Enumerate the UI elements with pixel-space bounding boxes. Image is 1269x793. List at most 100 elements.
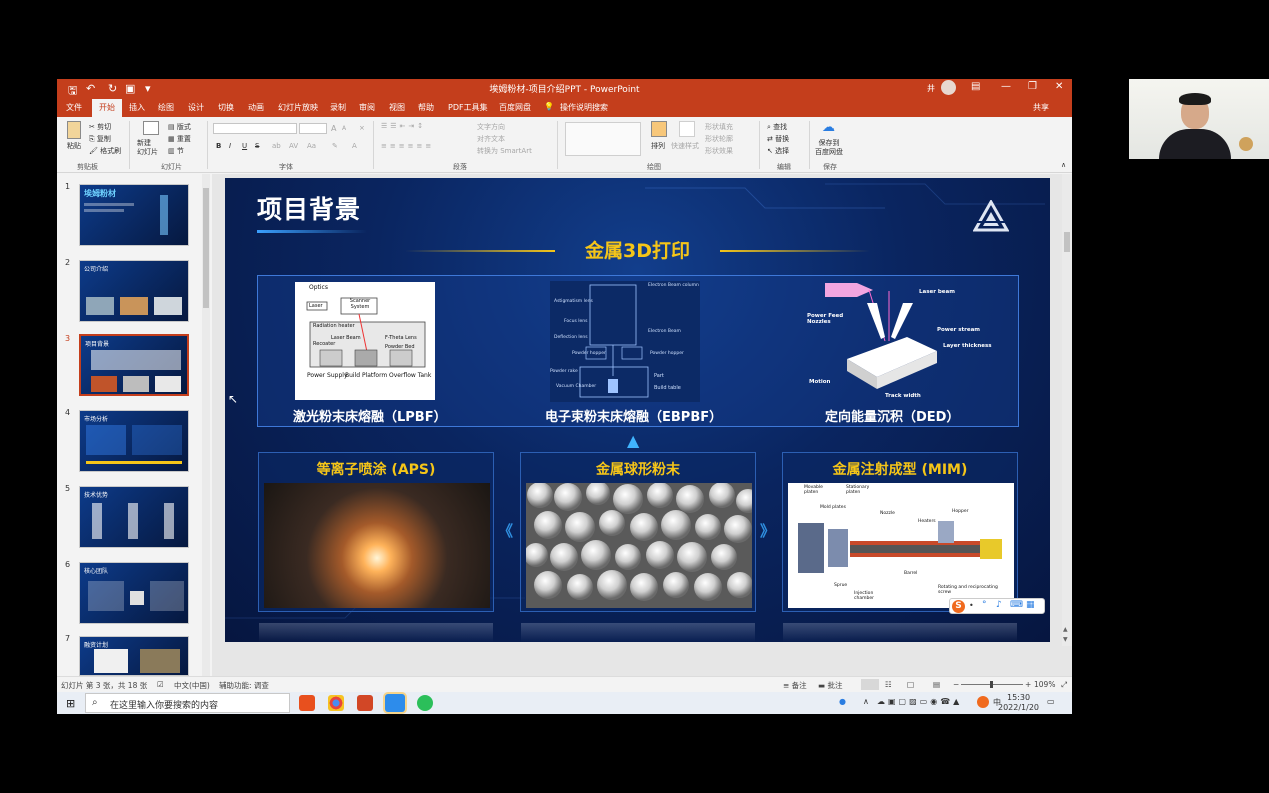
normal-view-icon[interactable]	[861, 679, 879, 690]
slide-title[interactable]: 项目背景	[257, 190, 361, 226]
shape-outline-button[interactable]: 形状轮廓	[705, 134, 733, 144]
punctuation-icon[interactable]: °	[982, 600, 987, 610]
clock-date[interactable]: 2022/1/20	[998, 703, 1039, 712]
paste-button[interactable]: 粘贴	[67, 141, 81, 151]
spherical-powder-card-title[interactable]: 金属球形粉末	[521, 459, 755, 479]
notification-icon[interactable]: ▭	[1047, 697, 1055, 706]
slide-thumbnail-5[interactable]: 技术优势	[79, 486, 189, 548]
tab-transitions[interactable]: 切换	[218, 102, 234, 113]
underline-button[interactable]: U	[242, 142, 247, 150]
text-direction-button[interactable]: 文字方向	[477, 122, 505, 132]
restore-icon[interactable]: ❐	[1028, 81, 1037, 92]
slide-3[interactable]: 项目背景 金属3D打印 Optics Laser Scanner System …	[225, 178, 1050, 642]
powerpoint-icon[interactable]	[357, 695, 373, 711]
paste-icon[interactable]	[67, 121, 81, 139]
tab-file[interactable]: 文件	[66, 102, 82, 113]
close-icon[interactable]: ✕	[1055, 81, 1063, 92]
windows-start-icon[interactable]: ⊞	[66, 697, 75, 710]
shapes-gallery[interactable]	[565, 122, 641, 156]
increase-font-size-button[interactable]: A	[331, 124, 336, 133]
tab-design[interactable]: 设计	[188, 102, 204, 113]
thumbnail-scrollbar[interactable]	[202, 174, 210, 676]
shadow-icon[interactable]: ab	[272, 142, 281, 150]
ime-mode-icon[interactable]: •	[969, 601, 974, 610]
quick-styles-icon[interactable]	[679, 121, 695, 137]
comments-button[interactable]: ▬ 批注	[818, 680, 842, 691]
tab-insert[interactable]: 插入	[129, 102, 145, 113]
metal-3d-printing-heading[interactable]: 金属3D打印	[225, 236, 1050, 263]
layout-button[interactable]: ▤ 版式	[168, 122, 191, 132]
ime-toolbar[interactable]: S • ° ♪ ⌨ ▦	[949, 598, 1045, 614]
tab-animations[interactable]: 动画	[248, 102, 264, 113]
bold-button[interactable]: B	[216, 142, 221, 150]
accessibility-checker[interactable]: 辅助功能: 调查	[219, 680, 269, 691]
reset-button[interactable]: ▦ 重置	[168, 134, 191, 144]
font-size-select[interactable]	[299, 123, 327, 134]
avatar[interactable]	[941, 80, 956, 95]
active-app-icon[interactable]	[385, 694, 405, 712]
previous-slide-icon[interactable]: ▲	[1063, 626, 1068, 633]
tab-review[interactable]: 审阅	[359, 102, 375, 113]
slide-thumbnail-3[interactable]: 项目背景	[79, 334, 189, 396]
select-button[interactable]: ↖ 选择	[767, 146, 789, 156]
lpbf-caption[interactable]: 激光粉末床熔融（LPBF）	[293, 406, 447, 425]
fit-slide-icon[interactable]: ⤢	[1061, 680, 1067, 690]
tab-draw[interactable]: 绘图	[158, 102, 174, 113]
ebpbf-caption[interactable]: 电子束粉末床熔融（EBPBF）	[545, 406, 722, 425]
tell-me-search[interactable]: 操作说明搜索	[560, 102, 608, 113]
minimize-icon[interactable]: —	[1001, 81, 1011, 92]
tab-help[interactable]: 帮助	[418, 102, 434, 113]
slide-editing-canvas[interactable]: 项目背景 金属3D打印 Optics Laser Scanner System …	[212, 174, 1072, 676]
tray-app-icon[interactable]: ●	[839, 697, 846, 706]
quick-styles-button[interactable]: 快速样式	[671, 141, 699, 151]
list-bullets-icon[interactable]: ☰☰⇤⇥↕	[381, 122, 426, 130]
mim-card-title[interactable]: 金属注射成型 (MIM)	[783, 459, 1017, 479]
tab-pdf-tools[interactable]: PDF工具集	[448, 102, 488, 113]
align-text-button[interactable]: 对齐文本	[477, 134, 505, 144]
find-button[interactable]: ⌕ 查找	[767, 122, 787, 132]
ded-caption[interactable]: 定向能量沉积（DED）	[825, 406, 959, 425]
ribbon-display-options-icon[interactable]: ▤	[971, 81, 980, 92]
shape-effects-button[interactable]: 形状效果	[705, 146, 733, 156]
save-to-baidu-button[interactable]: 保存到 百度网盘	[815, 139, 843, 157]
microphone-icon[interactable]: ♪	[996, 600, 1002, 610]
zoom-in-icon[interactable]: +	[1025, 680, 1031, 689]
highlight-icon[interactable]: ✎	[332, 142, 338, 150]
thumbnail-scroll-thumb[interactable]	[203, 188, 209, 308]
align-icons[interactable]: ≡≡≡≡≡≡	[381, 142, 434, 150]
keyboard-icon[interactable]: ⌨	[1010, 600, 1023, 610]
tab-baidu-netdisk[interactable]: 百度网盘	[499, 102, 531, 113]
cut-button[interactable]: ✂ 剪切	[89, 122, 111, 132]
convert-smartart-button[interactable]: 转换为 SmartArt	[477, 146, 532, 156]
show-hidden-icons[interactable]: ∧	[863, 697, 869, 706]
tab-view[interactable]: 视图	[389, 102, 405, 113]
aps-card-title[interactable]: 等离子喷涂 (APS)	[259, 459, 493, 479]
reading-view-icon[interactable]: □	[907, 680, 914, 689]
italic-button[interactable]: I	[229, 142, 231, 150]
zoom-out-icon[interactable]: −	[953, 680, 959, 689]
clear-formatting-icon[interactable]: ⨯	[359, 124, 365, 132]
tab-slideshow[interactable]: 幻灯片放映	[278, 102, 318, 113]
new-slide-icon[interactable]	[143, 121, 159, 135]
slide-thumbnail-6[interactable]: 核心团队	[79, 562, 189, 624]
share-button[interactable]: 共享	[1033, 102, 1049, 113]
clock-time[interactable]: 15:30	[1007, 693, 1030, 702]
slide-thumbnail-4[interactable]: 市场分析	[79, 410, 189, 472]
slide-sorter-icon[interactable]: ☷	[885, 680, 892, 689]
sogou-tray-icon[interactable]	[977, 696, 989, 708]
slide-scroll-thumb[interactable]	[1064, 232, 1070, 252]
shape-fill-button[interactable]: 形状填充	[705, 122, 733, 132]
wechat-icon[interactable]	[417, 695, 433, 711]
zoom-slider-thumb[interactable]	[990, 681, 993, 688]
tab-home[interactable]: 开始	[92, 99, 122, 117]
slide-vertical-scrollbar[interactable]: ▲ ▼	[1062, 174, 1072, 646]
replace-button[interactable]: ⇄ 替换	[767, 134, 789, 144]
format-painter-button[interactable]: 🖌 格式刷	[89, 146, 121, 156]
tab-record[interactable]: 录制	[330, 102, 346, 113]
toolbox-icon[interactable]: ▦	[1026, 600, 1035, 610]
collapse-ribbon-icon[interactable]: ∧	[1061, 161, 1066, 169]
taskbar-search-box[interactable]: ⌕ 在这里输入你要搜索的内容	[85, 693, 290, 713]
zoom-slider[interactable]	[961, 681, 1023, 688]
webcam-video-overlay[interactable]	[1129, 79, 1269, 159]
char-spacing-button[interactable]: AV	[289, 142, 298, 150]
